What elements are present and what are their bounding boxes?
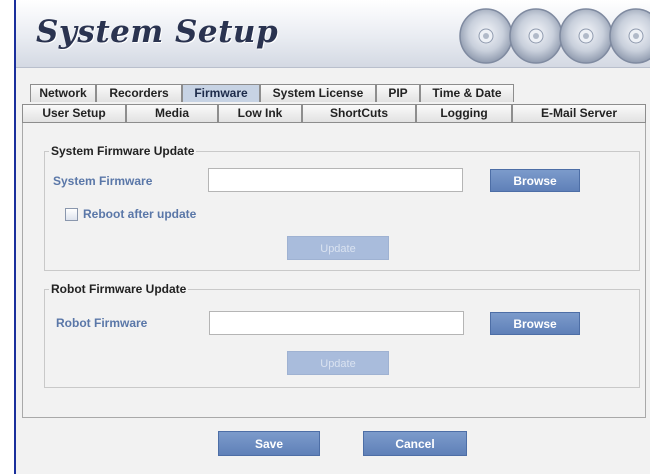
tab-user-setup[interactable]: User Setup (22, 104, 126, 122)
tab-pip[interactable]: PIP (376, 84, 420, 102)
system-firmware-browse-button[interactable]: Browse (490, 169, 580, 192)
system-firmware-label: System Firmware (53, 174, 153, 188)
tab-time-date[interactable]: Time & Date (420, 84, 514, 102)
reboot-after-update-checkbox[interactable] (65, 208, 78, 221)
tab-firmware[interactable]: Firmware (182, 84, 260, 102)
firmware-panel: System Firmware Update System Firmware B… (22, 123, 646, 418)
robot-firmware-label: Robot Firmware (56, 316, 148, 330)
robot-firmware-browse-button[interactable]: Browse (490, 312, 580, 335)
tab-media[interactable]: Media (126, 104, 218, 122)
tab-system-license[interactable]: System License (260, 84, 376, 102)
system-firmware-update-button[interactable]: Update (287, 236, 389, 260)
save-button[interactable]: Save (218, 431, 320, 456)
robot-firmware-path-input[interactable] (209, 311, 464, 335)
robot-firmware-update-button[interactable]: Update (287, 351, 389, 375)
header-banner: System Setup (16, 0, 650, 68)
system-firmware-legend: System Firmware Update (51, 144, 195, 158)
reboot-after-update-label[interactable]: Reboot after update (83, 207, 196, 221)
page-title: System Setup (36, 14, 279, 50)
system-setup-window: System Setup Network Recorders Firmware … (14, 0, 650, 474)
system-firmware-path-input[interactable] (208, 168, 463, 192)
tab-network[interactable]: Network (30, 84, 96, 102)
tab-recorders[interactable]: Recorders (96, 84, 182, 102)
tab-low-ink[interactable]: Low Ink (218, 104, 302, 122)
settings-tab-bar: Network Recorders Firmware System Licens… (16, 68, 650, 124)
tab-email-server[interactable]: E-Mail Server (512, 104, 646, 122)
robot-firmware-legend: Robot Firmware Update (51, 282, 187, 296)
cancel-button[interactable]: Cancel (363, 431, 467, 456)
disc-stack-icon (446, 4, 650, 64)
tab-shortcuts[interactable]: ShortCuts (302, 104, 416, 122)
tab-logging[interactable]: Logging (416, 104, 512, 122)
